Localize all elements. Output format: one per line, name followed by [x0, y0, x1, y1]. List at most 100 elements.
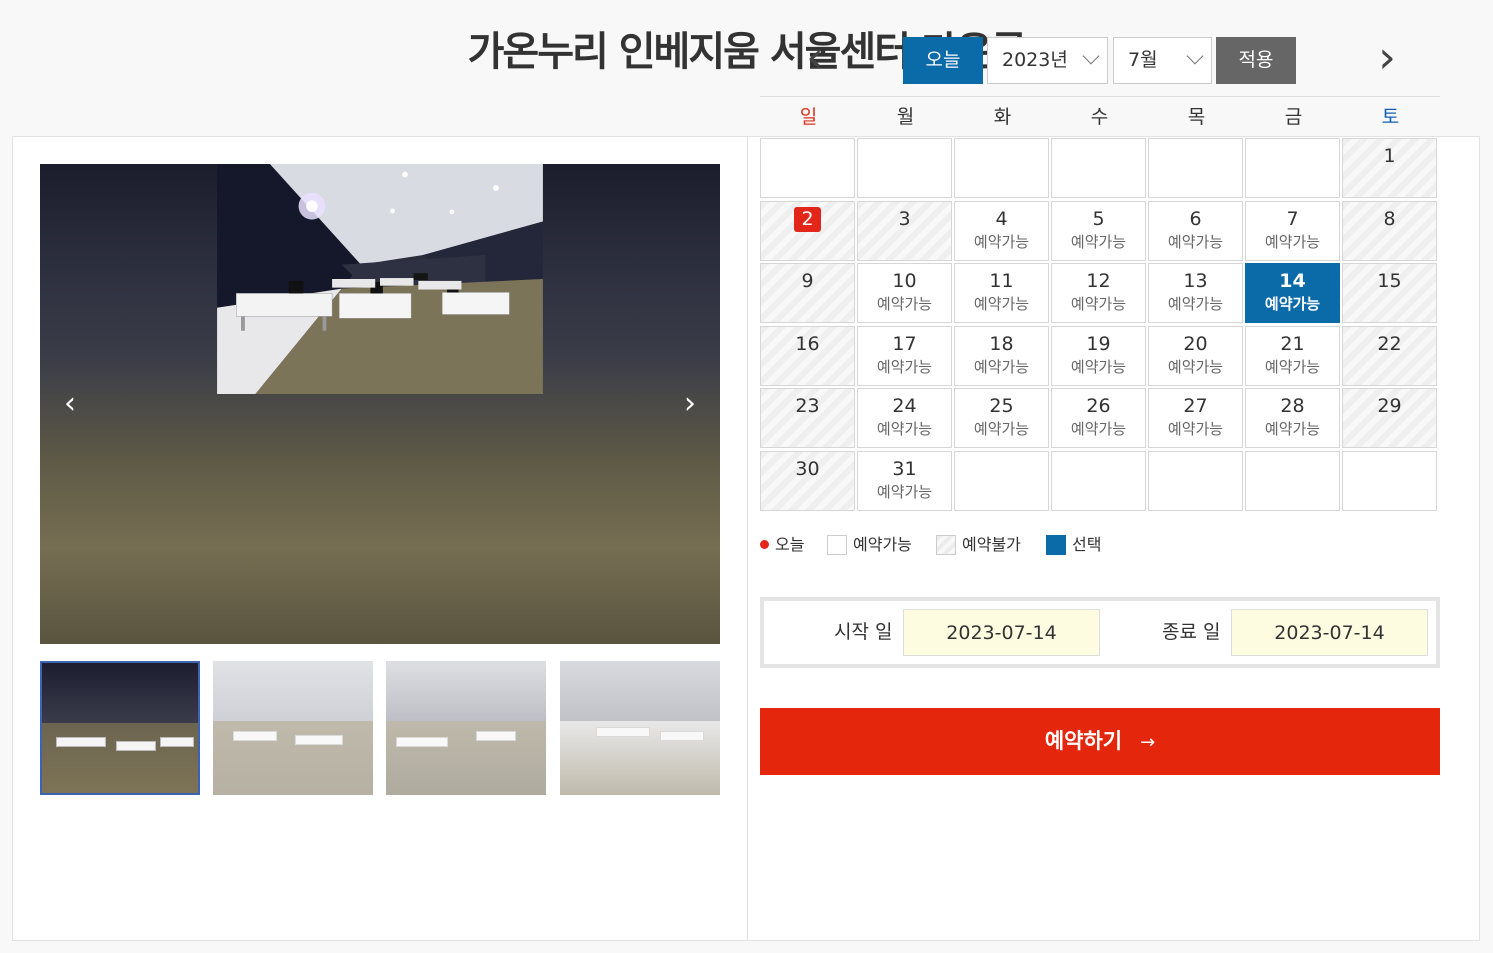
chevron-down-icon — [1082, 47, 1100, 65]
day-number: 4 — [995, 207, 1008, 230]
day-status: 예약가능 — [973, 232, 1030, 251]
calendar-day-30: 30 — [760, 451, 855, 511]
year-select[interactable]: 2023년 — [987, 37, 1108, 84]
day-status: 예약가능 — [1070, 232, 1127, 251]
day-number: 22 — [1377, 332, 1402, 355]
day-number: 27 — [1183, 395, 1208, 418]
calendar-day-20[interactable]: 20 예약가능 — [1148, 325, 1243, 386]
reserve-button[interactable]: 예약하기 → — [760, 708, 1440, 775]
calendar-day-7[interactable]: 7 예약가능 — [1245, 200, 1340, 261]
calendar-day-13[interactable]: 13 예약가능 — [1148, 263, 1243, 324]
calendar-day-12[interactable]: 12 예약가능 — [1051, 263, 1146, 324]
calendar-prev-month-button[interactable]: ‹ — [795, 36, 835, 82]
day-number: 28 — [1280, 395, 1305, 418]
weekday-fri: 금 — [1284, 106, 1303, 128]
chevron-left-icon: ‹ — [64, 386, 76, 421]
calendar-day-25[interactable]: 25 예약가능 — [954, 388, 1049, 449]
calendar-next-month-button[interactable]: › — [1367, 36, 1407, 82]
main-room-photo: ‹ › — [40, 164, 720, 644]
legend-selected: 선택 — [1046, 532, 1101, 558]
chevron-right-icon: › — [684, 386, 696, 421]
unavailable-swatch-icon — [936, 535, 956, 555]
day-number: 9 — [801, 270, 814, 293]
thumbnail-4[interactable] — [560, 661, 720, 795]
calendar-day-27[interactable]: 27 예약가능 — [1148, 388, 1243, 449]
thumbnail-2[interactable] — [213, 661, 373, 795]
calendar-day-5[interactable]: 5 예약가능 — [1051, 200, 1146, 261]
apply-button[interactable]: 적용 — [1216, 37, 1296, 84]
calendar-day-31[interactable]: 31 예약가능 — [857, 451, 952, 511]
day-status: 예약가능 — [876, 295, 933, 314]
calendar-day-8: 8 — [1342, 200, 1437, 261]
month-select[interactable]: 7월 — [1113, 37, 1212, 84]
day-number: 19 — [1086, 332, 1111, 355]
calendar-day-3: 3 — [857, 200, 952, 261]
weekday-sat: 토 — [1381, 106, 1400, 128]
calendar-day-17[interactable]: 17 예약가능 — [857, 325, 952, 386]
day-number: 1 — [1383, 145, 1396, 167]
calendar-day-29: 29 — [1342, 388, 1437, 449]
day-number: 16 — [795, 332, 820, 355]
calendar-day-11[interactable]: 11 예약가능 — [954, 263, 1049, 324]
day-status: 예약가능 — [973, 357, 1030, 376]
calendar-empty-cell — [954, 451, 1049, 511]
month-select-value: 7월 — [1128, 49, 1158, 71]
day-number: 3 — [898, 207, 911, 230]
day-status: 예약가능 — [1264, 295, 1321, 314]
weekday-sun: 일 — [799, 106, 818, 128]
legend-unavailable-label: 예약불가 — [962, 535, 1021, 554]
legend-available-label: 예약가능 — [853, 535, 912, 554]
day-status: 예약가능 — [1167, 420, 1224, 439]
day-status: 예약가능 — [876, 357, 933, 376]
gallery-next-button[interactable]: › — [672, 386, 708, 422]
day-number: 6 — [1189, 207, 1202, 230]
calendar-day-24[interactable]: 24 예약가능 — [857, 388, 952, 449]
calendar-day-6[interactable]: 6 예약가능 — [1148, 200, 1243, 261]
day-status: 예약가능 — [1167, 357, 1224, 376]
calendar-day-4[interactable]: 4 예약가능 — [954, 200, 1049, 261]
calendar-day-26[interactable]: 26 예약가능 — [1051, 388, 1146, 449]
day-status: 예약가능 — [1264, 357, 1321, 376]
legend-unavailable: 예약불가 — [936, 532, 1021, 558]
calendar-day-16: 16 — [760, 325, 855, 386]
calendar-day-18[interactable]: 18 예약가능 — [954, 325, 1049, 386]
calendar-day-22: 22 — [1342, 325, 1437, 386]
calendar-empty-cell — [1148, 138, 1243, 198]
today-dot-icon — [760, 540, 769, 549]
start-date-field[interactable] — [903, 609, 1100, 656]
gallery-prev-button[interactable]: ‹ — [52, 386, 88, 422]
day-number: 18 — [989, 332, 1014, 355]
calendar-day-grid: 1 2 3 4 예약가능 5 예약가능 6 예약가능 7 예약가능 8 9 10 예약가능 11 예약가능 12 예… — [760, 138, 1440, 514]
calendar-empty-cell — [1245, 451, 1340, 511]
calendar-day-14[interactable]: 14 예약가능 — [1245, 263, 1340, 324]
legend-available: 예약가능 — [827, 532, 912, 558]
day-number: 26 — [1086, 395, 1111, 418]
day-number: 17 — [892, 332, 917, 355]
day-number: 15 — [1377, 270, 1402, 293]
end-date-field[interactable] — [1231, 609, 1428, 656]
calendar-empty-cell — [760, 138, 855, 198]
reserve-button-label: 예약하기 — [1044, 729, 1123, 753]
day-number: 25 — [989, 395, 1014, 418]
day-status: 예약가능 — [1070, 295, 1127, 314]
day-number: 5 — [1092, 207, 1105, 230]
chevron-down-icon — [1186, 47, 1204, 65]
legend-today: 오늘 — [760, 532, 804, 558]
calendar-empty-cell — [1051, 451, 1146, 511]
start-date-label: 시작 일 — [834, 621, 893, 643]
day-number: 10 — [892, 270, 917, 293]
calendar-day-28[interactable]: 28 예약가능 — [1245, 388, 1340, 449]
thumbnail-1[interactable] — [40, 661, 200, 795]
today-button[interactable]: 오늘 — [903, 37, 983, 84]
day-number: 30 — [795, 458, 820, 480]
calendar-day-21[interactable]: 21 예약가능 — [1245, 325, 1340, 386]
panel-divider — [747, 137, 748, 940]
available-swatch-icon — [827, 535, 847, 555]
calendar-day-10[interactable]: 10 예약가능 — [857, 263, 952, 324]
calendar-day-19[interactable]: 19 예약가능 — [1051, 325, 1146, 386]
thumbnail-3[interactable] — [386, 661, 546, 795]
day-number: 29 — [1377, 395, 1402, 418]
day-number: 21 — [1280, 332, 1305, 355]
calendar-day-1: 1 — [1342, 138, 1437, 198]
day-status: 예약가능 — [973, 295, 1030, 314]
